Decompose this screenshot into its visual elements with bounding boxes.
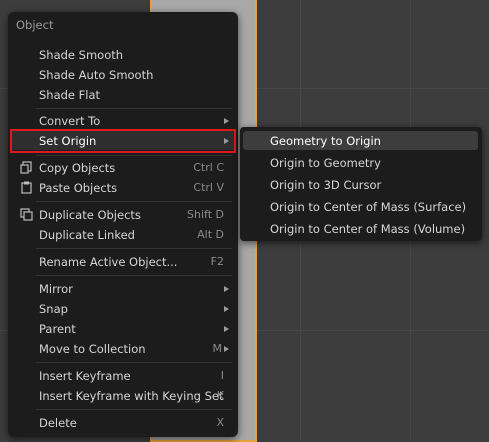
menu-item-shade-flat[interactable]: Shade Flat xyxy=(12,85,234,104)
submenu-item-label: Geometry to Origin xyxy=(270,134,381,148)
menu-item-label: Shade Auto Smooth xyxy=(39,67,154,82)
menu-item-parent[interactable]: Parent xyxy=(12,319,234,338)
submenu-item-label: Origin to 3D Cursor xyxy=(270,178,382,192)
shortcut-label: Ctrl V xyxy=(193,181,224,194)
object-context-menu: Object Shade Smooth Shade Auto Smooth Sh… xyxy=(8,12,238,437)
submenu-item-label: Origin to Center of Mass (Volume) xyxy=(270,222,466,236)
menu-item-mirror[interactable]: Mirror xyxy=(12,279,234,298)
menu-item-label: Delete xyxy=(39,415,77,430)
menu-item-label: Insert Keyframe xyxy=(39,368,131,383)
submenu-item-origin-to-center-of-mass-volume[interactable]: Origin to Center of Mass (Volume) xyxy=(243,219,478,238)
copy-icon xyxy=(20,161,33,174)
menu-item-label: Shade Smooth xyxy=(39,47,124,62)
menu-item-duplicate-objects[interactable]: Duplicate Objects Shift D xyxy=(12,205,234,224)
menu-item-label: Insert Keyframe with Keying Set xyxy=(39,388,224,403)
menu-item-label: Set Origin xyxy=(39,133,97,148)
set-origin-submenu: Geometry to Origin Origin to Geometry Or… xyxy=(240,127,482,241)
menu-separator xyxy=(36,409,232,410)
menu-item-label: Snap xyxy=(39,301,68,316)
menu-item-label: Convert To xyxy=(39,113,101,128)
shortcut-label: Ctrl C xyxy=(193,161,224,174)
chevron-right-icon xyxy=(224,285,229,292)
menu-item-label: Shade Flat xyxy=(39,87,101,102)
chevron-right-icon xyxy=(224,325,229,332)
menu-separator xyxy=(36,275,232,276)
chevron-right-icon xyxy=(224,345,229,352)
submenu-item-label: Origin to Center of Mass (Surface) xyxy=(270,200,467,214)
menu-title: Object xyxy=(16,18,54,32)
chevron-right-icon xyxy=(224,117,229,124)
shortcut-label: Shift D xyxy=(187,208,224,221)
menu-item-snap[interactable]: Snap xyxy=(12,299,234,318)
menu-item-copy-objects[interactable]: Copy Objects Ctrl C xyxy=(12,158,234,177)
paste-icon xyxy=(20,181,33,194)
submenu-item-origin-to-center-of-mass-surface[interactable]: Origin to Center of Mass (Surface) xyxy=(243,197,478,216)
shortcut-label: M xyxy=(212,342,223,355)
menu-item-label: Rename Active Object... xyxy=(39,254,178,269)
shortcut-label: F2 xyxy=(210,255,224,268)
chevron-right-icon xyxy=(224,305,229,312)
menu-item-label: Move to Collection xyxy=(39,341,146,356)
menu-separator xyxy=(36,201,232,202)
menu-item-rename-active-object[interactable]: Rename Active Object... F2 xyxy=(12,252,234,271)
menu-item-delete[interactable]: Delete X xyxy=(12,413,234,432)
menu-item-label: Duplicate Linked xyxy=(39,227,135,242)
shortcut-label: X xyxy=(216,416,224,429)
menu-separator xyxy=(36,248,232,249)
menu-item-insert-keyframe[interactable]: Insert Keyframe I xyxy=(12,366,234,385)
menu-item-label: Mirror xyxy=(39,281,73,296)
submenu-item-geometry-to-origin[interactable]: Geometry to Origin xyxy=(243,131,478,150)
menu-item-move-to-collection[interactable]: Move to Collection M xyxy=(12,339,234,358)
shortcut-label: K xyxy=(216,389,224,402)
shortcut-label: Alt D xyxy=(197,228,224,241)
menu-item-label: Copy Objects xyxy=(39,160,116,175)
shortcut-label: I xyxy=(220,369,224,382)
submenu-item-origin-to-3d-cursor[interactable]: Origin to 3D Cursor xyxy=(243,175,478,194)
menu-item-label: Parent xyxy=(39,321,76,336)
menu-item-label: Duplicate Objects xyxy=(39,207,141,222)
menu-separator xyxy=(36,108,232,109)
menu-separator xyxy=(36,155,232,156)
menu-separator xyxy=(36,362,232,363)
menu-item-shade-smooth[interactable]: Shade Smooth xyxy=(12,45,234,64)
menu-item-label: Paste Objects xyxy=(39,180,118,195)
menu-item-duplicate-linked[interactable]: Duplicate Linked Alt D xyxy=(12,225,234,244)
menu-item-convert-to[interactable]: Convert To xyxy=(12,111,234,130)
submenu-item-label: Origin to Geometry xyxy=(270,156,381,170)
submenu-item-origin-to-geometry[interactable]: Origin to Geometry xyxy=(243,153,478,172)
menu-item-set-origin[interactable]: Set Origin xyxy=(12,131,234,150)
menu-item-insert-keyframe-keying-set[interactable]: Insert Keyframe with Keying Set K xyxy=(12,386,234,405)
menu-item-paste-objects[interactable]: Paste Objects Ctrl V xyxy=(12,178,234,197)
menu-item-shade-auto-smooth[interactable]: Shade Auto Smooth xyxy=(12,65,234,84)
chevron-right-icon xyxy=(224,137,229,144)
duplicate-icon xyxy=(20,208,33,221)
